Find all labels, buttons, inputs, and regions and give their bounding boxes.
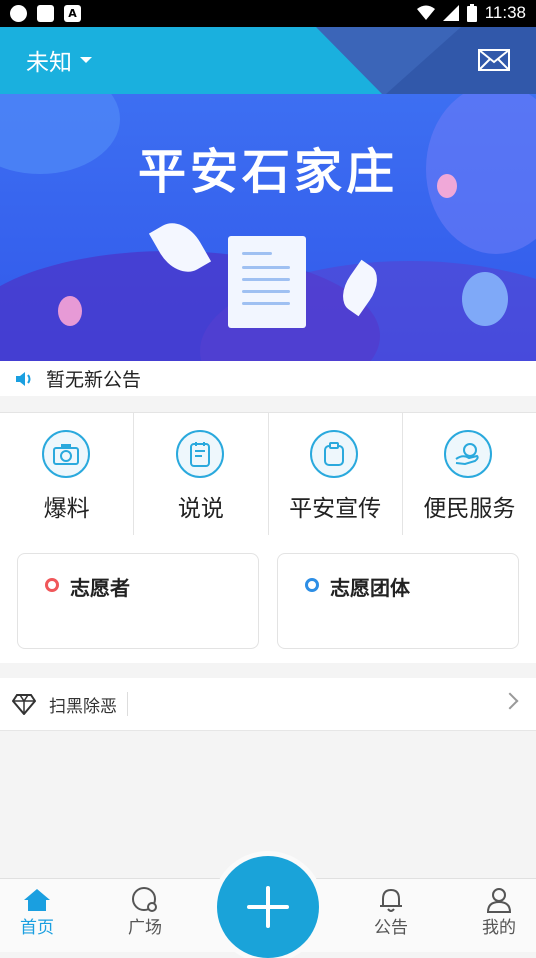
status-time: 11:38 <box>484 3 526 22</box>
clipboard-icon <box>310 430 359 478</box>
location-selector[interactable]: 未知 <box>26 43 92 77</box>
blue-dot-icon <box>305 578 319 592</box>
banner-dot <box>462 272 508 326</box>
tab-label: 公告 <box>374 918 408 938</box>
tab-label: 首页 <box>20 918 54 938</box>
grid-label: 平安宣传 <box>289 496 382 522</box>
person-icon <box>484 887 514 913</box>
diamond-icon <box>12 694 36 715</box>
note-icon <box>175 430 224 478</box>
banner-dot <box>437 174 457 198</box>
grid-label: 便民服务 <box>423 496 516 522</box>
add-button[interactable] <box>217 856 319 958</box>
divider <box>127 692 128 716</box>
mail-icon[interactable] <box>478 49 510 71</box>
battery-icon <box>466 4 477 22</box>
hand-service-icon <box>444 430 493 478</box>
document-icon <box>228 236 306 328</box>
tab-square[interactable]: 广场 <box>110 887 180 938</box>
top-header: 未知 <box>0 27 536 94</box>
location-label: 未知 <box>26 50 72 76</box>
signal-icon <box>442 5 459 21</box>
bell-icon <box>376 887 406 913</box>
red-dot-icon <box>45 578 59 592</box>
grid-item-publicity[interactable]: 平安宣传 <box>269 413 403 535</box>
tab-mine[interactable]: 我的 <box>464 887 534 938</box>
grid-item-service[interactable]: 便民服务 <box>403 413 536 535</box>
tab-notice[interactable]: 公告 <box>356 887 426 938</box>
tab-label: 我的 <box>482 918 516 938</box>
camera-icon <box>41 430 90 478</box>
banner[interactable]: 平安石家庄 <box>0 94 536 361</box>
notice-bar[interactable]: 暂无新公告 <box>0 361 536 396</box>
bottom-tab-bar: 首页 广场 公告 我的 <box>0 856 536 958</box>
wifi-icon <box>416 5 435 20</box>
chevron-down-icon <box>80 57 92 63</box>
home-icon <box>22 887 52 913</box>
sync-icon <box>10 5 27 22</box>
plus-icon <box>266 886 270 928</box>
volunteer-label: 志愿者 <box>70 576 130 600</box>
grid-item-report[interactable]: 爆料 <box>0 413 135 535</box>
tab-label: 广场 <box>128 918 162 938</box>
message-icon <box>37 5 54 22</box>
volunteer-section: 志愿者 志愿团体 <box>0 535 536 663</box>
app-notification-icon: A <box>64 5 81 22</box>
volunteer-card[interactable]: 志愿者 <box>17 553 259 649</box>
status-bar: A 11:38 <box>0 0 536 27</box>
feature-grid: 爆料 说说 平安宣传 便民服务 <box>0 412 536 536</box>
volunteer-group-card[interactable]: 志愿团体 <box>277 553 519 649</box>
chat-bubble-icon <box>130 887 160 913</box>
notice-text: 暂无新公告 <box>46 369 142 391</box>
tab-home[interactable]: 首页 <box>2 887 72 938</box>
grid-item-talk[interactable]: 说说 <box>134 413 269 535</box>
volunteer-group-label: 志愿团体 <box>330 576 410 600</box>
campaign-label: 扫黑除恶 <box>49 696 117 717</box>
chevron-right-icon <box>501 692 519 710</box>
campaign-row[interactable]: 扫黑除恶 <box>0 678 536 731</box>
grid-label: 爆料 <box>43 496 90 522</box>
banner-dot <box>58 296 82 326</box>
grid-label: 说说 <box>177 496 224 522</box>
speaker-icon <box>16 371 31 386</box>
